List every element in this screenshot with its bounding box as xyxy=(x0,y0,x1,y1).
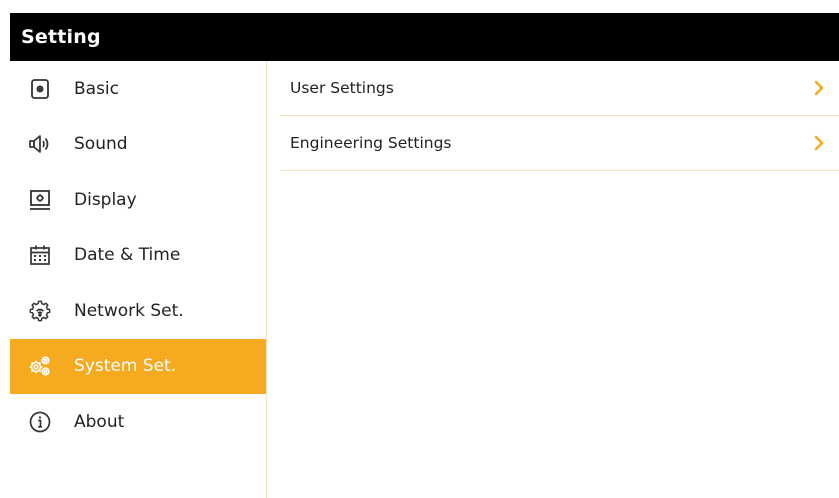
sidebar: Basic Sound Display Date & Time Network … xyxy=(10,61,267,498)
sidebar-item-label: Date & Time xyxy=(74,245,181,266)
sidebar-item-label: System Set. xyxy=(74,356,177,377)
title-bar: Setting xyxy=(10,13,839,61)
speaker-icon xyxy=(27,131,53,157)
calendar-icon xyxy=(27,242,53,268)
gears-icon xyxy=(27,353,53,379)
sidebar-item-label: Basic xyxy=(74,78,120,99)
network-gear-icon xyxy=(27,298,53,324)
chevron-right-icon xyxy=(814,135,824,151)
info-icon xyxy=(27,409,53,435)
row-label: User Settings xyxy=(290,79,394,97)
row-label: Engineering Settings xyxy=(290,134,452,152)
sidebar-item-basic[interactable]: Basic xyxy=(10,61,266,117)
sidebar-item-label: About xyxy=(74,411,125,432)
sidebar-item-system-set[interactable]: System Set. xyxy=(10,338,266,394)
sidebar-item-date-time[interactable]: Date & Time xyxy=(10,228,266,284)
basic-icon xyxy=(27,76,53,102)
display-icon xyxy=(27,187,53,213)
chevron-right-icon xyxy=(814,80,824,96)
row-user-settings[interactable]: User Settings xyxy=(280,61,839,116)
sidebar-item-network-set[interactable]: Network Set. xyxy=(10,283,266,339)
sidebar-item-about[interactable]: About xyxy=(10,394,266,450)
sidebar-item-label: Network Set. xyxy=(74,300,184,321)
sidebar-item-label: Sound xyxy=(74,134,128,155)
page-title: Setting xyxy=(21,26,101,48)
main-content: User Settings Engineering Settings xyxy=(267,61,839,498)
row-engineering-settings[interactable]: Engineering Settings xyxy=(280,116,839,171)
settings-window: Setting Basic Sound Display Date & Time … xyxy=(10,13,839,498)
sidebar-item-sound[interactable]: Sound xyxy=(10,117,266,173)
sidebar-item-display[interactable]: Display xyxy=(10,172,266,228)
sidebar-item-label: Display xyxy=(74,189,137,210)
